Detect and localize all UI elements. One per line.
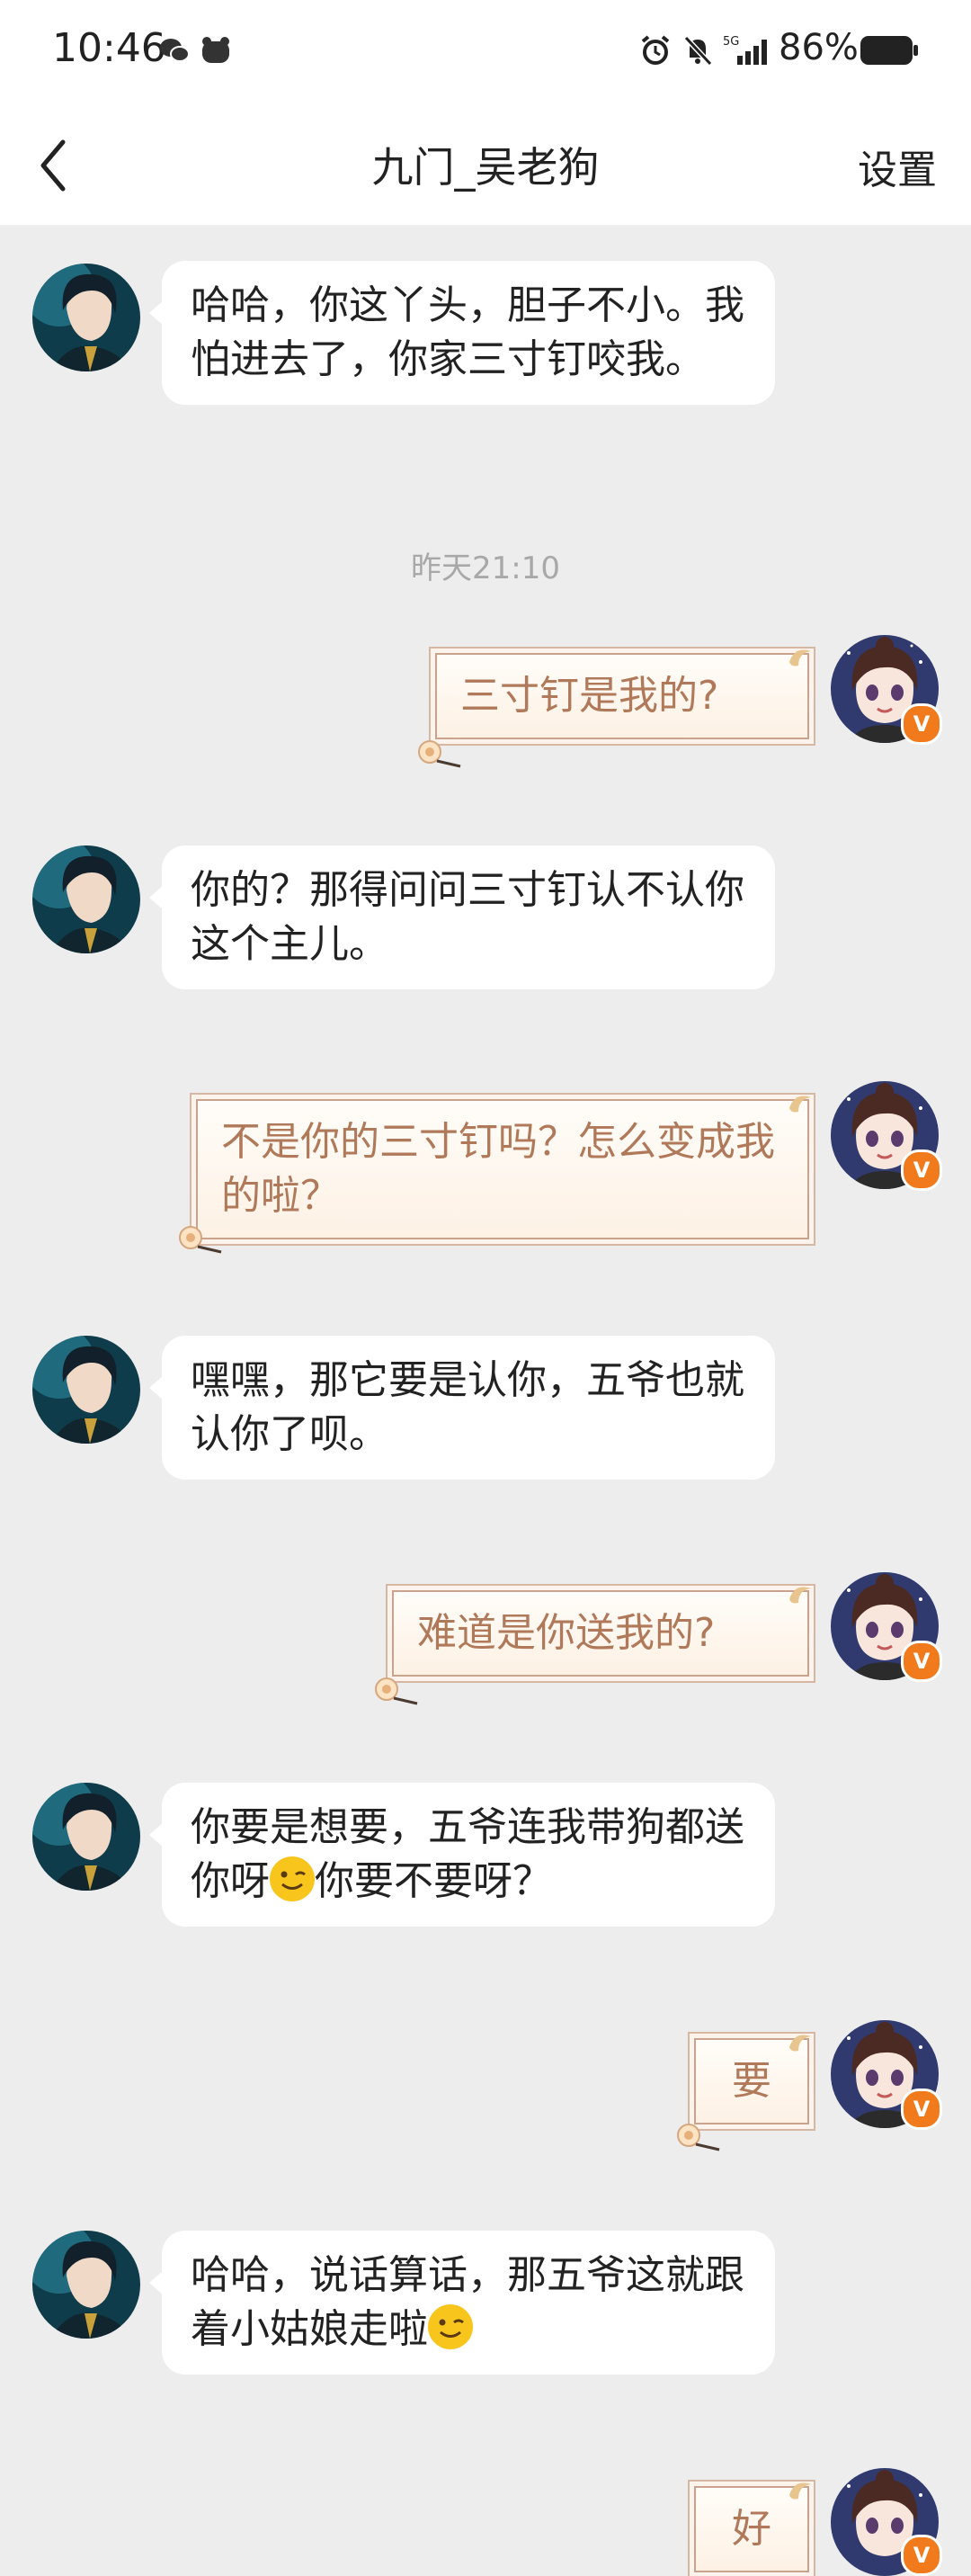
- message-text: 好: [732, 2506, 771, 2552]
- message-bubble-right[interactable]: 不是你的三寸钉吗？怎么变成我的啦？: [196, 1099, 809, 1239]
- battery-percent: 86%: [779, 27, 859, 68]
- message-text: 要: [732, 2058, 771, 2104]
- chat-title: 九门_吴老狗: [371, 143, 600, 192]
- contact-avatar[interactable]: [32, 2231, 140, 2339]
- message-bubble-left[interactable]: 你要是想要，五爷连我带狗都送你呀 你要不要呀？: [149, 1783, 775, 1927]
- message-text: 嘿嘿，那它要是认你，五爷也就认你了呗。: [191, 1357, 744, 1457]
- message-text: 你的？那得问问三寸钉认不认你这个主儿。: [191, 867, 744, 967]
- flower-decoration-icon: [179, 1226, 222, 1254]
- status-bar: 10:46 5G 86%: [0, 0, 971, 106]
- wink-emoji-icon: [428, 2304, 473, 2349]
- flower-decoration-icon: [677, 2124, 720, 2151]
- verified-badge-icon: V: [901, 2089, 942, 2130]
- signal-icon: 5G: [723, 35, 767, 65]
- message-text: 你要不要呀？: [315, 1858, 552, 1904]
- verified-badge-icon: V: [901, 1641, 942, 1682]
- message-bubble-left[interactable]: 哈哈，你这丫头，胆子不小。我怕进去了，你家三寸钉咬我。: [149, 261, 775, 405]
- moon-decoration-icon: [789, 649, 811, 666]
- wink-emoji-icon: [270, 1856, 315, 1901]
- verified-badge-icon: V: [901, 2535, 942, 2576]
- message-text: 难道是你送我的?: [417, 1610, 716, 1656]
- verified-badge-icon: V: [901, 1149, 942, 1191]
- contact-avatar[interactable]: [32, 264, 140, 371]
- message-bubble-right[interactable]: 难道是你送我的?: [392, 1590, 809, 1677]
- message-bubble-right[interactable]: 三寸钉是我的?: [435, 653, 809, 739]
- message-bubble-left[interactable]: 哈哈，说话算话，那五爷这就跟着小姑娘走啦: [149, 2231, 775, 2375]
- mute-bell-icon: [683, 35, 713, 67]
- wechat-icon: [160, 39, 190, 62]
- flower-decoration-icon: [375, 1677, 418, 1705]
- moon-decoration-icon: [789, 2482, 811, 2500]
- settings-button[interactable]: 设置: [858, 138, 937, 195]
- message-text: 哈哈，你这丫头，胆子不小。我怕进去了，你家三寸钉咬我。: [191, 282, 744, 382]
- chat-header: 九门_吴老狗 设置: [0, 106, 971, 225]
- timestamp: 昨天21:10: [411, 550, 560, 586]
- message-text: 三寸钉是我的?: [460, 673, 719, 719]
- contact-avatar[interactable]: [32, 1336, 140, 1444]
- moon-decoration-icon: [789, 1587, 811, 1604]
- contact-avatar[interactable]: [32, 845, 140, 953]
- moon-decoration-icon: [789, 1096, 811, 1113]
- status-time: 10:46: [52, 25, 166, 71]
- network-label: 5G: [723, 35, 739, 49]
- alarm-icon: [641, 35, 670, 65]
- moon-decoration-icon: [789, 2035, 811, 2052]
- message-text: 不是你的三寸钉吗？怎么变成我的啦？: [221, 1119, 775, 1219]
- message-bubble-left[interactable]: 你的？那得问问三寸钉认不认你这个主儿。: [149, 845, 775, 989]
- contact-avatar[interactable]: [32, 1783, 140, 1891]
- verified-badge-icon: V: [901, 703, 942, 745]
- du-app-icon: [202, 37, 229, 63]
- message-bubble-left[interactable]: 嘿嘿，那它要是认你，五爷也就认你了呗。: [149, 1336, 775, 1480]
- flower-decoration-icon: [418, 740, 461, 768]
- battery-icon: [860, 36, 918, 65]
